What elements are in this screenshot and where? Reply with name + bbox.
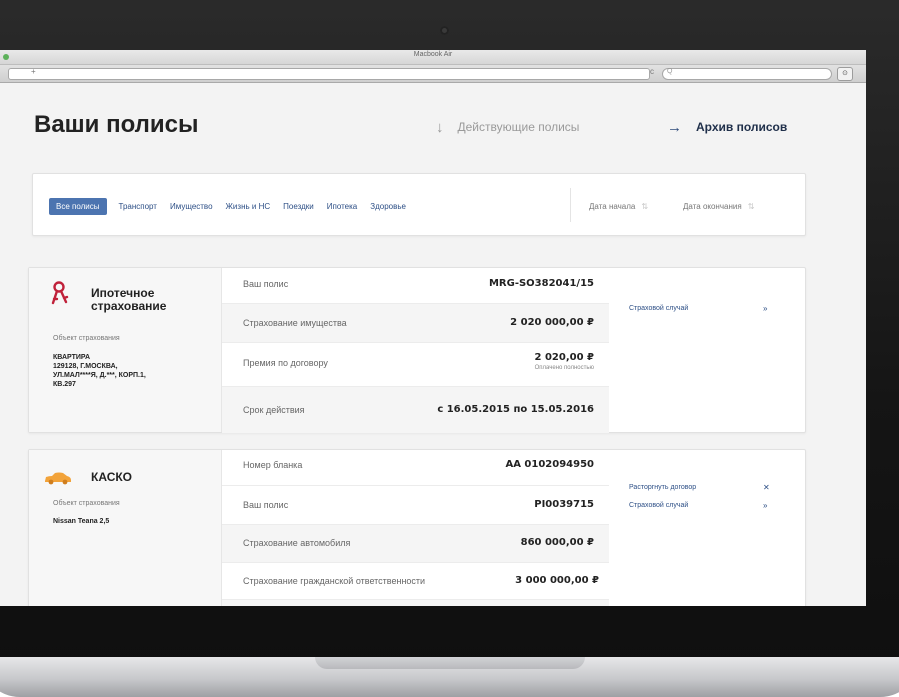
insured-object-value: КВАРТИРА 129128, Г.МОСКВА, УЛ.МАЛ****Я, … <box>53 353 146 389</box>
filter-transport[interactable]: Транспорт <box>119 202 157 211</box>
filter-life[interactable]: Жизнь и НС <box>226 202 271 211</box>
close-icon[interactable]: ✕ <box>763 483 770 492</box>
detail-label: Страхование автомобиля <box>243 538 351 548</box>
detail-label: Страхование имущества <box>243 318 347 328</box>
detail-row: Ваш полис PI0039715 <box>222 486 609 525</box>
search-input[interactable]: Q <box>662 68 832 80</box>
window-title: Macbook Air <box>413 51 453 58</box>
sort-start-date[interactable]: Дата начала ⇅ <box>589 202 648 211</box>
detail-value: 2 020,00 ₽ <box>534 352 594 363</box>
sort-end-label: Дата окончания <box>683 202 742 211</box>
insured-object-value: Nissan Teana 2,5 <box>53 517 109 526</box>
camera-icon <box>440 26 449 35</box>
url-plus-icon: + <box>31 67 36 76</box>
filter-all[interactable]: Все полисы <box>49 198 107 215</box>
sort-end-date[interactable]: Дата окончания ⇅ <box>683 202 754 211</box>
browser-window: Macbook Air + c Q ⊙ Ваши полисы ↓ Действу… <box>0 50 866 606</box>
sort-start-label: Дата начала <box>589 202 636 211</box>
detail-value: 2 020 000,00 ₽ <box>510 317 594 328</box>
terminate-contract-link[interactable]: Расторгнуть договор <box>629 484 696 491</box>
category-filter-list: Все полисы Транспорт Имущество Жизнь и Н… <box>49 198 419 215</box>
detail-label: Страхование гражданской ответственности <box>243 576 426 586</box>
key-icon <box>51 281 69 305</box>
policy-title: Ипотечное страхование <box>91 287 166 313</box>
toolbar-menu-button[interactable]: ⊙ <box>837 67 853 81</box>
filter-divider <box>570 188 571 222</box>
browser-toolbar: + c Q ⊙ <box>0 65 866 83</box>
page-title: Ваши полисы <box>34 111 199 138</box>
detail-label: Ваш полис <box>243 279 289 289</box>
reload-icon[interactable]: c <box>650 67 654 76</box>
filter-mortgage[interactable]: Ипотека <box>327 202 358 211</box>
sort-arrows-icon: ⇅ <box>747 202 755 211</box>
detail-value: 860 000,00 ₽ <box>520 537 594 548</box>
object-line: 129128, Г.МОСКВА, <box>53 363 118 370</box>
detail-row: Срок действия с 16.05.2015 по 15.05.2016 <box>222 387 609 433</box>
tab-archive-policies[interactable]: → Архив полисов <box>667 119 787 136</box>
arrow-right-icon: → <box>667 119 682 136</box>
sort-arrows-icon: ⇅ <box>641 202 649 211</box>
page-content: Ваши полисы ↓ Действующие полисы → Архив п… <box>0 83 866 606</box>
detail-row: Страхование автомобиля 860 000,00 ₽ <box>222 525 609 563</box>
detail-row: Номер бланка AA 0102094950 <box>222 450 609 486</box>
detail-row: Премия по договору 2 020,00 ₽ Оплачено п… <box>222 343 609 387</box>
policy-card-kasko: КАСКО Объект страхования Nissan Teana 2,… <box>28 449 806 606</box>
object-line: Nissan Teana 2,5 <box>53 518 110 525</box>
policy-card-mortgage: Ипотечное страхование Объект страхования… <box>28 267 806 433</box>
object-line: КВ.297 <box>53 381 76 388</box>
siren-icon[interactable]: » <box>763 501 767 510</box>
detail-value: 3 000 000,00 ₽ <box>515 575 599 586</box>
detail-row: Страхование имущества 2 020 000,00 ₽ <box>222 304 609 343</box>
filter-health[interactable]: Здоровье <box>370 202 406 211</box>
filter-panel: Все полисы Транспорт Имущество Жизнь и Н… <box>32 173 806 236</box>
tab-archive-label: Архив полисов <box>696 120 788 134</box>
insurance-case-link[interactable]: Страховой случай <box>629 305 688 312</box>
detail-value: PI0039715 <box>534 499 594 510</box>
filter-travel[interactable]: Поездки <box>283 202 314 211</box>
policy-title: КАСКО <box>91 470 133 484</box>
window-titlebar: Macbook Air <box>0 50 866 65</box>
detail-row <box>222 600 609 606</box>
payment-status: Оплачено полностью <box>534 365 594 371</box>
policy-summary: Ипотечное страхование Объект страхования… <box>29 268 222 432</box>
laptop-hinge-notch <box>315 657 585 669</box>
policy-title-line: страхование <box>91 299 167 313</box>
detail-label: Номер бланка <box>243 460 303 470</box>
object-line: КВАРТИРА <box>53 354 91 361</box>
address-bar[interactable]: + <box>8 67 650 80</box>
detail-value: с 16.05.2015 по 15.05.2016 <box>437 404 594 415</box>
insured-object-label: Объект страхования <box>53 500 120 507</box>
insured-object-label: Объект страхования <box>53 335 120 342</box>
policy-details: Ваш полис MRG-SO382041/15 Страхование им… <box>222 268 609 433</box>
siren-icon[interactable]: » <box>763 304 767 313</box>
car-icon <box>45 472 71 485</box>
detail-label: Премия по договору <box>243 358 328 368</box>
object-line: УЛ.МАЛ****Я, Д.***, КОРП.1, <box>53 372 146 379</box>
detail-label: Ваш полис <box>243 500 289 510</box>
insurance-case-link[interactable]: Страховой случай <box>629 502 688 509</box>
search-icon: Q <box>667 68 673 75</box>
arrow-down-icon: ↓ <box>436 119 444 136</box>
tab-active-policies[interactable]: ↓ Действующие полисы <box>436 119 579 136</box>
filter-property[interactable]: Имущество <box>170 202 213 211</box>
detail-value: AA 0102094950 <box>505 459 594 470</box>
detail-value: MRG-SO382041/15 <box>488 278 594 289</box>
detail-row: Ваш полис MRG-SO382041/15 <box>222 268 609 304</box>
tab-active-label: Действующие полисы <box>457 120 580 134</box>
detail-label: Срок действия <box>243 405 305 415</box>
policy-summary: КАСКО Объект страхования Nissan Teana 2,… <box>29 450 222 606</box>
detail-row: Страхование гражданской ответственности … <box>222 563 609 600</box>
policy-details: Номер бланка AA 0102094950 Ваш полис PI0… <box>222 450 609 606</box>
